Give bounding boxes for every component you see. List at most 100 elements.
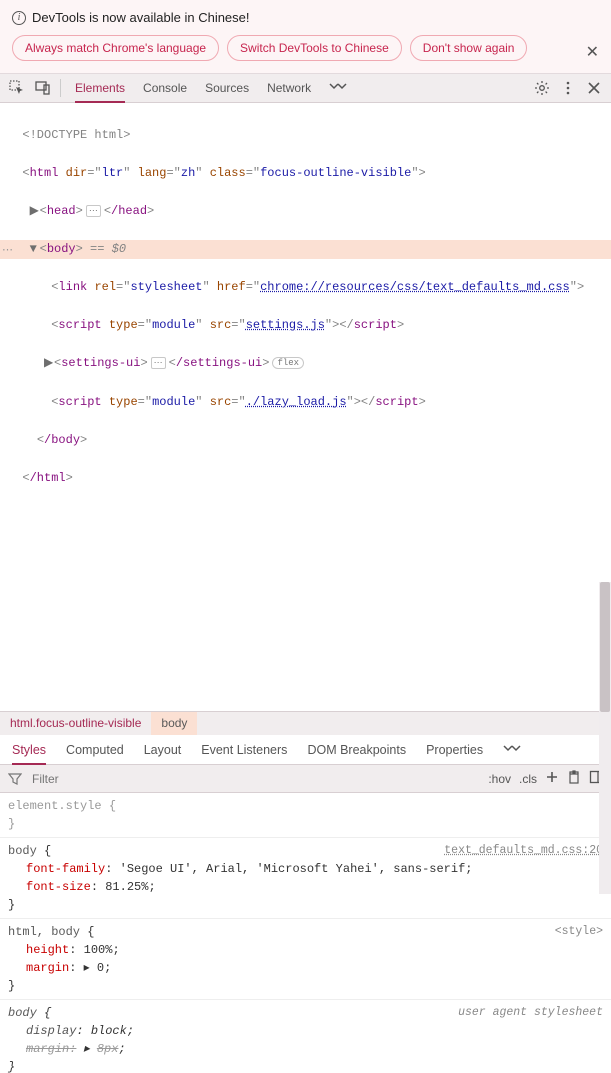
tab-properties[interactable]: Properties bbox=[426, 743, 483, 757]
prop-value: 'Segoe UI', Arial, 'Microsoft Yahei', sa… bbox=[120, 862, 466, 876]
expand-icon[interactable]: ▶ bbox=[44, 354, 54, 373]
kebab-menu-icon[interactable] bbox=[557, 77, 579, 99]
copy-styles-icon[interactable] bbox=[567, 770, 581, 787]
tab-network[interactable]: Network bbox=[267, 75, 311, 102]
settings-gear-icon[interactable] bbox=[531, 77, 553, 99]
tab-elements[interactable]: Elements bbox=[75, 75, 125, 103]
toolbar-divider bbox=[60, 79, 61, 97]
style-rule[interactable]: <style> html, body { height: 100%; margi… bbox=[0, 919, 611, 1000]
styles-filter-bar: :hov .cls bbox=[0, 765, 611, 793]
dom-line[interactable]: <html dir="ltr" lang="zh" class="focus-o… bbox=[0, 164, 611, 183]
style-rule-ua[interactable]: user agent stylesheet body { display: bl… bbox=[0, 1000, 611, 1073]
dom-line[interactable]: ▶<settings-ui>⋯</settings-ui>flex bbox=[0, 354, 611, 374]
ellipsis-icon[interactable]: ⋯ bbox=[151, 357, 166, 369]
expand-icon[interactable]: ▶ bbox=[30, 202, 40, 221]
info-icon: i bbox=[12, 11, 26, 25]
tab-computed[interactable]: Computed bbox=[66, 743, 124, 757]
prop-name: font-family bbox=[26, 862, 105, 876]
dom-line[interactable]: <script type="module" src="settings.js">… bbox=[0, 316, 611, 335]
dom-line[interactable]: </body> bbox=[0, 431, 611, 450]
close-banner-icon[interactable]: ✕ bbox=[586, 42, 599, 62]
attr-rel: stylesheet bbox=[130, 280, 202, 294]
selected-marker: == $0 bbox=[90, 242, 126, 256]
tab-console[interactable]: Console bbox=[143, 75, 187, 102]
tab-layout[interactable]: Layout bbox=[144, 743, 182, 757]
collapse-icon[interactable]: ▼ bbox=[30, 240, 40, 259]
inspect-icon[interactable] bbox=[6, 77, 28, 99]
main-toolbar: Elements Console Sources Network bbox=[0, 73, 611, 103]
device-toggle-icon[interactable] bbox=[32, 77, 54, 99]
style-property[interactable]: font-family: 'Segoe UI', Arial, 'Microso… bbox=[8, 860, 603, 878]
cls-toggle[interactable]: .cls bbox=[519, 772, 537, 786]
tab-sources[interactable]: Sources bbox=[205, 75, 249, 102]
sidebar-tabs: Styles Computed Layout Event Listeners D… bbox=[0, 735, 611, 765]
banner-buttons: Always match Chrome's language Switch De… bbox=[12, 35, 599, 61]
close-devtools-icon[interactable] bbox=[583, 77, 605, 99]
prop-value: 0 bbox=[97, 961, 104, 975]
styles-pane[interactable]: element.style { } text_defaults_md.css:2… bbox=[0, 793, 611, 1073]
prop-name: margin bbox=[26, 1042, 69, 1056]
style-property[interactable]: display: block; bbox=[8, 1022, 603, 1040]
tab-event-listeners[interactable]: Event Listeners bbox=[201, 743, 287, 757]
doctype-text: <!DOCTYPE html> bbox=[22, 128, 130, 142]
dom-line[interactable]: </html> bbox=[0, 469, 611, 488]
rule-source: user agent stylesheet bbox=[458, 1004, 603, 1022]
expand-icon[interactable]: ▸ bbox=[84, 961, 97, 975]
toolbar-right bbox=[531, 77, 605, 99]
style-property[interactable]: margin: ▸ 0; bbox=[8, 959, 603, 977]
dom-line[interactable]: <script type="module" src="./lazy_load.j… bbox=[0, 393, 611, 412]
rule-source[interactable]: text_defaults_md.css:20 bbox=[444, 842, 603, 860]
tag-html-close: /html bbox=[30, 471, 66, 485]
more-tabs-icon[interactable] bbox=[503, 743, 521, 757]
tag-head-close: /head bbox=[111, 204, 147, 218]
style-rule[interactable]: element.style { } bbox=[0, 793, 611, 838]
dont-show-again-button[interactable]: Don't show again bbox=[410, 35, 528, 61]
attr-lang: zh bbox=[181, 166, 195, 180]
banner-title-text: DevTools is now available in Chinese! bbox=[32, 10, 250, 25]
scrollbar[interactable] bbox=[599, 582, 611, 894]
tag-settings-ui-close: /settings-ui bbox=[176, 356, 262, 370]
context-menu-icon[interactable]: ⋯ bbox=[2, 242, 13, 261]
switch-devtools-button[interactable]: Switch DevTools to Chinese bbox=[227, 35, 402, 61]
breadcrumb-html[interactable]: html.focus-outline-visible bbox=[0, 712, 151, 735]
tab-dom-breakpoints[interactable]: DOM Breakpoints bbox=[307, 743, 406, 757]
dom-tree[interactable]: <!DOCTYPE html> <html dir="ltr" lang="zh… bbox=[0, 103, 611, 511]
more-tabs-icon[interactable] bbox=[329, 75, 347, 102]
always-match-button[interactable]: Always match Chrome's language bbox=[12, 35, 219, 61]
dom-line[interactable]: <!DOCTYPE html> bbox=[0, 126, 611, 145]
tag-head: head bbox=[47, 204, 76, 218]
ellipsis-icon[interactable]: ⋯ bbox=[86, 205, 101, 217]
prop-name: display bbox=[26, 1024, 76, 1038]
dom-tree-blank bbox=[0, 511, 611, 711]
flex-badge[interactable]: flex bbox=[272, 357, 304, 369]
tag-settings-ui: settings-ui bbox=[61, 356, 140, 370]
style-property[interactable]: margin: ▸ 8px; bbox=[8, 1040, 603, 1058]
new-style-rule-icon[interactable] bbox=[545, 770, 559, 787]
styles-filter-input[interactable] bbox=[30, 771, 480, 787]
dom-line[interactable]: <link rel="stylesheet" href="chrome://re… bbox=[0, 278, 611, 297]
style-property[interactable]: height: 100%; bbox=[8, 941, 603, 959]
hov-toggle[interactable]: :hov bbox=[488, 772, 511, 786]
tag-body-close: /body bbox=[44, 433, 80, 447]
attr-src[interactable]: ./lazy_load.js bbox=[246, 395, 347, 409]
style-rule[interactable]: text_defaults_md.css:20 body { font-fami… bbox=[0, 838, 611, 919]
prop-value: block bbox=[91, 1024, 127, 1038]
tab-styles[interactable]: Styles bbox=[12, 743, 46, 765]
style-property[interactable]: font-size: 81.25%; bbox=[8, 878, 603, 896]
prop-value: 8px bbox=[97, 1042, 119, 1056]
dom-line-selected[interactable]: ⋯ ▼<body> == $0 bbox=[0, 240, 611, 259]
panel-tabs: Elements Console Sources Network bbox=[75, 75, 527, 102]
prop-value: 81.25% bbox=[105, 880, 148, 894]
language-banner: i DevTools is now available in Chinese! … bbox=[0, 0, 611, 73]
prop-value: 100% bbox=[84, 943, 113, 957]
attr-type: module bbox=[152, 318, 195, 332]
prop-name: margin bbox=[26, 961, 69, 975]
expand-icon[interactable]: ▸ bbox=[84, 1042, 97, 1056]
breadcrumb-body[interactable]: body bbox=[151, 712, 197, 735]
attr-src[interactable]: settings.js bbox=[246, 318, 325, 332]
rule-source[interactable]: <style> bbox=[555, 923, 603, 941]
rule-selector: element.style bbox=[8, 799, 102, 813]
dom-line[interactable]: ▶<head>⋯</head> bbox=[0, 202, 611, 221]
attr-href[interactable]: chrome://resources/css/text_defaults_md.… bbox=[260, 280, 570, 294]
scrollbar-thumb[interactable] bbox=[600, 582, 610, 712]
